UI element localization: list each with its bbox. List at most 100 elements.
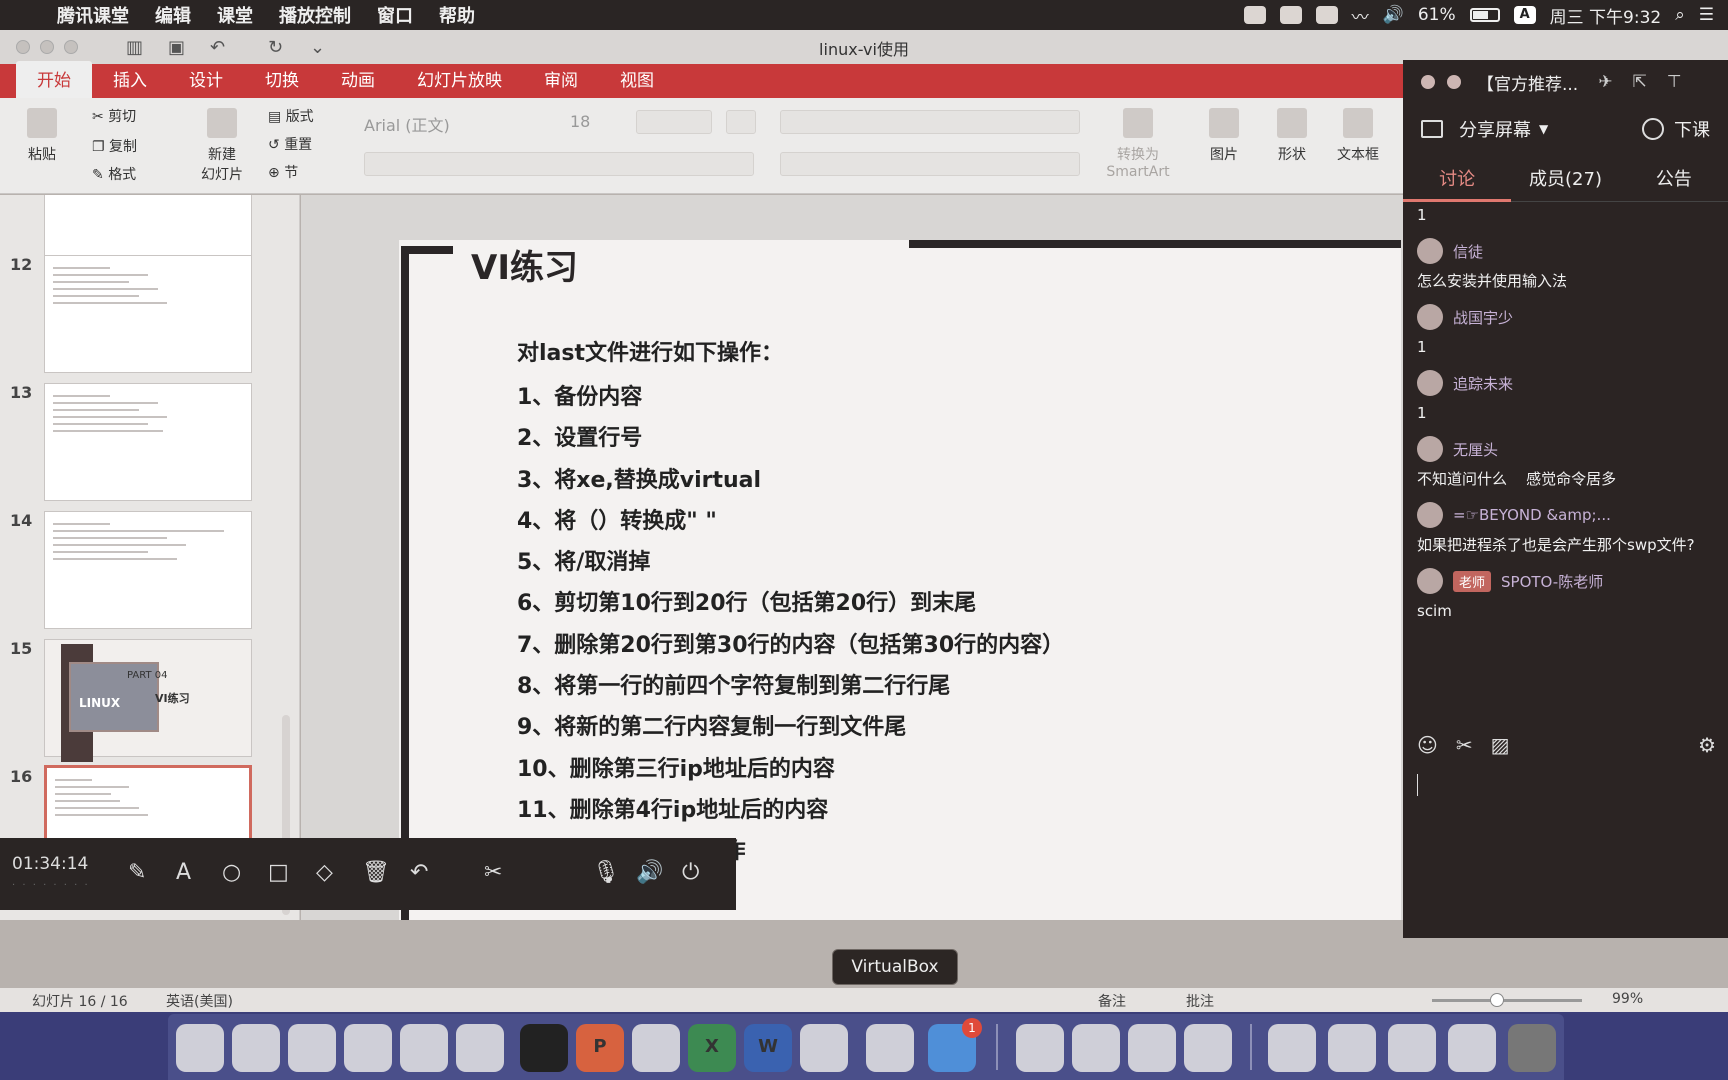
screenshot-icon[interactable]: ✂ xyxy=(1456,733,1473,757)
chat-input-field[interactable] xyxy=(1417,774,1418,796)
status-app-icon[interactable] xyxy=(1279,6,1302,24)
qq-icon[interactable] xyxy=(800,1024,848,1072)
minimize-panel-button[interactable] xyxy=(1447,75,1461,89)
wifi-icon[interactable]: 〰 xyxy=(1352,3,1369,28)
new-slide-button[interactable]: 新建 幻灯片 xyxy=(194,108,250,184)
avatar[interactable] xyxy=(1417,238,1443,264)
slide[interactable]: VI练习 对last文件进行如下操作： 1、备份内容 2、设置行号 3、将xe,… xyxy=(399,240,1401,920)
status-app-icon[interactable] xyxy=(1315,6,1338,24)
window-thumbnail[interactable] xyxy=(1268,1024,1316,1072)
zoom-slider-handle[interactable] xyxy=(1490,993,1504,1007)
chat-messages[interactable]: 1 信徒 怎么安装并使用输入法 战国宇少 1 追踪未来 1 无厘头 不知道问什么… xyxy=(1403,202,1728,732)
zoom-level[interactable]: 99% xyxy=(1612,991,1643,1007)
notification-center-icon[interactable]: ☰ xyxy=(1699,5,1714,25)
word-icon[interactable]: W xyxy=(744,1024,792,1072)
speaker-icon[interactable]: 🔊 xyxy=(636,860,663,885)
end-class-button[interactable]: 下课 xyxy=(1642,116,1710,142)
reset-button[interactable]: ↺ 重置 xyxy=(268,134,312,154)
excel-icon[interactable]: X xyxy=(688,1024,736,1072)
window-thumbnail[interactable] xyxy=(1388,1024,1436,1072)
clear-format-icon[interactable] xyxy=(726,110,756,134)
textedit-icon[interactable] xyxy=(456,1024,504,1072)
gear-icon[interactable]: ⚙ xyxy=(1698,733,1716,757)
scissors-icon[interactable]: ✂ xyxy=(484,860,502,885)
zoom-slider[interactable] xyxy=(1432,999,1582,1002)
tab-members[interactable]: 成员(27) xyxy=(1511,165,1619,191)
slide-thumbnail[interactable] xyxy=(44,255,252,373)
username[interactable]: 信徒 xyxy=(1453,241,1483,262)
share-link-icon[interactable]: ⇱ xyxy=(1632,72,1646,92)
image-icon[interactable]: ▨ xyxy=(1491,733,1510,757)
menu-window[interactable]: 窗口 xyxy=(364,2,426,28)
username[interactable]: 无厘头 xyxy=(1453,439,1498,460)
video-player-icon[interactable] xyxy=(1128,1024,1176,1072)
username[interactable]: =☞BEYOND &amp;... xyxy=(1453,506,1611,524)
power-icon[interactable]: ⏻ xyxy=(682,860,699,885)
input-source-icon[interactable]: A xyxy=(1513,6,1536,24)
safari-icon[interactable] xyxy=(288,1024,336,1072)
microphone-icon[interactable]: 🎙 xyxy=(592,860,620,885)
menu-playback[interactable]: 播放控制 xyxy=(266,2,364,28)
menu-help[interactable]: 帮助 xyxy=(426,2,488,28)
undo-icon[interactable]: ↶ xyxy=(210,37,225,58)
picture-button[interactable]: 图片 xyxy=(1196,108,1252,164)
tab-review[interactable]: 审阅 xyxy=(523,66,599,98)
slide-title[interactable]: VI练习 xyxy=(471,240,578,289)
text-tool-icon[interactable]: A xyxy=(176,860,191,885)
convert-smartart-button[interactable]: 转换为 SmartArt xyxy=(1106,108,1170,180)
sidebar-toggle-icon[interactable]: ▥ xyxy=(126,37,143,58)
layout-button[interactable]: ▤ 版式 xyxy=(268,106,314,126)
window-thumbnail[interactable] xyxy=(1448,1024,1496,1072)
clock[interactable]: 周三 下午9:32 xyxy=(1550,3,1662,28)
slide-thumbnail[interactable] xyxy=(44,383,252,501)
tab-view[interactable]: 视图 xyxy=(599,66,675,98)
pin-icon[interactable]: ⊤ xyxy=(1667,72,1682,92)
finder-icon[interactable] xyxy=(176,1024,224,1072)
section-button[interactable]: ⊕ 节 xyxy=(268,162,298,182)
alignment-group[interactable] xyxy=(780,152,1080,176)
virtualbox-icon[interactable] xyxy=(866,1024,914,1072)
emoji-icon[interactable]: ☺ xyxy=(1417,733,1438,757)
tab-insert[interactable]: 插入 xyxy=(92,66,168,98)
font-size-select[interactable]: 18 xyxy=(570,112,618,136)
window-thumbnail[interactable] xyxy=(1328,1024,1376,1072)
font-style-group[interactable] xyxy=(364,152,754,176)
rectangle-icon[interactable]: □ xyxy=(268,860,289,885)
paste-button[interactable]: 粘贴 xyxy=(14,108,70,164)
chevron-down-icon[interactable]: ▼ xyxy=(1539,122,1548,136)
customize-toolbar-icon[interactable]: ⌄ xyxy=(310,37,325,58)
zoom-window-button[interactable] xyxy=(64,40,78,54)
font-grow-shrink[interactable] xyxy=(636,110,712,134)
tab-home[interactable]: 开始 xyxy=(16,61,92,98)
preview-icon[interactable] xyxy=(344,1024,392,1072)
image-viewer-icon[interactable] xyxy=(1184,1024,1232,1072)
menu-edit[interactable]: 编辑 xyxy=(142,2,204,28)
save-icon[interactable]: ▣ xyxy=(168,37,185,58)
app-store-icon[interactable]: 1 xyxy=(928,1018,982,1072)
comments-button[interactable]: 批注 xyxy=(1186,991,1214,1011)
pen-icon[interactable]: ✎ xyxy=(128,860,146,885)
close-window-button[interactable] xyxy=(16,40,30,54)
notes-button[interactable]: 备注 xyxy=(1098,991,1126,1011)
trash-icon[interactable] xyxy=(1508,1024,1556,1072)
slide-body[interactable]: 对last文件进行如下操作： 1、备份内容 2、设置行号 3、将xe,替换成vi… xyxy=(517,335,1064,914)
tab-slideshow[interactable]: 幻灯片放映 xyxy=(396,66,523,98)
menu-app[interactable]: 腾讯课堂 xyxy=(44,2,142,28)
tab-transitions[interactable]: 切换 xyxy=(244,66,320,98)
menu-classroom[interactable]: 课堂 xyxy=(204,2,266,28)
tab-announcement[interactable]: 公告 xyxy=(1620,165,1728,191)
send-icon[interactable]: ✈ xyxy=(1598,72,1612,92)
copy-button[interactable]: ❐ 复制 xyxy=(92,136,137,156)
spotlight-icon[interactable]: ⌕ xyxy=(1675,5,1685,25)
status-app-icon[interactable] xyxy=(1243,6,1266,24)
share-screen-button[interactable]: 分享屏幕 xyxy=(1459,116,1531,142)
powerpoint-icon[interactable]: P xyxy=(576,1024,624,1072)
format-painter-button[interactable]: ✎ 格式 xyxy=(92,164,136,184)
language-indicator[interactable]: 英语(美国) xyxy=(166,991,233,1011)
launchpad-icon[interactable] xyxy=(232,1024,280,1072)
slide-thumbnail[interactable] xyxy=(44,195,252,257)
shape-button[interactable]: 形状 xyxy=(1264,108,1320,164)
list-format-group[interactable] xyxy=(780,110,1080,134)
terminal-icon[interactable] xyxy=(520,1024,568,1072)
tab-discussion[interactable]: 讨论 xyxy=(1403,165,1512,202)
